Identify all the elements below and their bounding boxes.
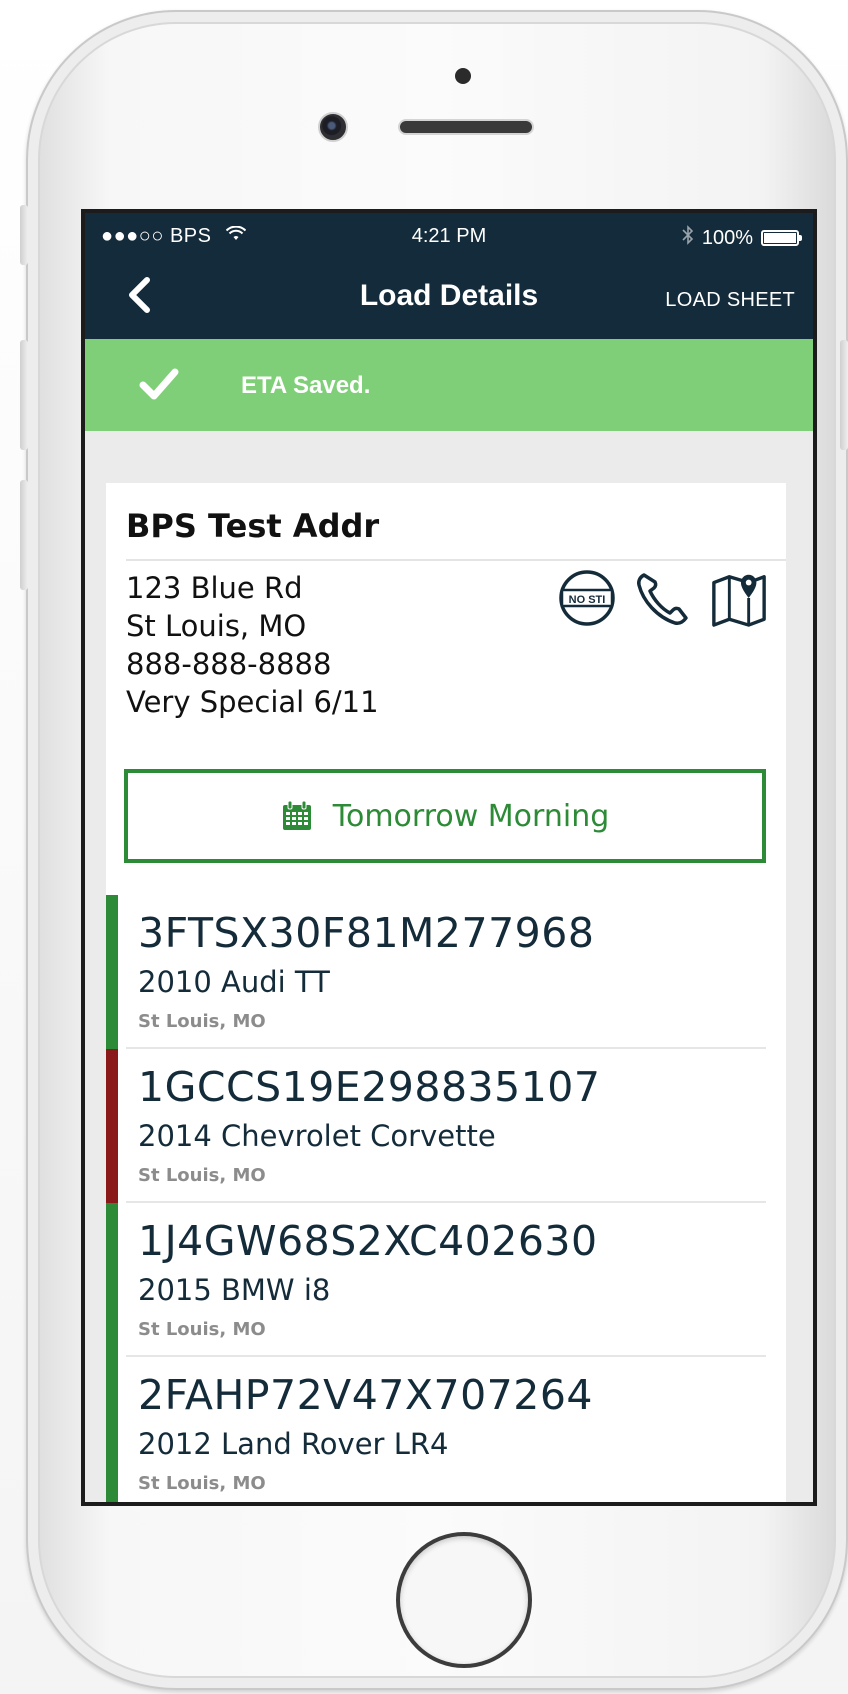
vehicle-location: St Louis, MO bbox=[138, 1165, 266, 1186]
stop-name: BPS Test Addr bbox=[126, 507, 380, 545]
stop-actions: NO STI bbox=[558, 567, 768, 629]
banner-message: ETA Saved. bbox=[241, 372, 371, 399]
nav-bar: Load Details LOAD SHEET bbox=[85, 257, 813, 339]
status-bar: ●●●○○ BPS 4:21 PM 100% bbox=[85, 213, 813, 257]
load-sheet-button[interactable]: LOAD SHEET bbox=[665, 289, 795, 312]
phone-number[interactable]: 888-888-8888 bbox=[126, 645, 379, 683]
call-button[interactable] bbox=[634, 567, 692, 629]
vehicle-location: St Louis, MO bbox=[138, 1319, 266, 1340]
front-camera bbox=[318, 112, 348, 142]
stop-address: 123 Blue Rd St Louis, MO 888-888-8888 Ve… bbox=[126, 569, 379, 721]
vehicle-location: St Louis, MO bbox=[138, 1011, 266, 1032]
status-bar-indicator bbox=[106, 1049, 118, 1203]
vehicle-model: 2014 Chevrolet Corvette bbox=[138, 1119, 496, 1153]
screen: ●●●○○ BPS 4:21 PM 100% Load Details LOAD… bbox=[81, 209, 817, 1506]
vehicle-row[interactable]: 3FTSX30F81M277968 2010 Audi TT St Louis,… bbox=[106, 895, 766, 1049]
stop-card: BPS Test Addr 123 Blue Rd St Louis, MO 8… bbox=[106, 483, 786, 1502]
status-right: 100% bbox=[682, 225, 802, 251]
phone-icon bbox=[637, 573, 688, 625]
calendar-icon bbox=[282, 800, 311, 830]
eta-button[interactable]: Tomorrow Morning bbox=[124, 769, 766, 863]
eta-saved-banner: ETA Saved. bbox=[85, 339, 813, 431]
vehicle-row[interactable]: 2FAHP72V47X707264 2012 Land Rover LR4 St… bbox=[106, 1357, 766, 1502]
vehicle-row[interactable]: 1J4GW68S2XC402630 2015 BMW i8 St Louis, … bbox=[106, 1203, 766, 1357]
no-sti-button[interactable]: NO STI bbox=[558, 567, 616, 629]
map-button[interactable] bbox=[710, 567, 768, 629]
vehicle-vin: 1GCCS19E298835107 bbox=[138, 1063, 601, 1111]
status-bar-indicator bbox=[106, 1203, 118, 1357]
no-sti-label: NO STI bbox=[569, 594, 606, 606]
vehicle-model: 2015 BMW i8 bbox=[138, 1273, 331, 1307]
vehicle-model: 2010 Audi TT bbox=[138, 965, 330, 999]
bluetooth-icon bbox=[682, 225, 694, 251]
vehicle-vin: 1J4GW68S2XC402630 bbox=[138, 1217, 598, 1265]
vehicle-list: 3FTSX30F81M277968 2010 Audi TT St Louis,… bbox=[106, 895, 766, 1502]
address-line: 123 Blue Rd bbox=[126, 571, 303, 605]
vehicle-location: St Louis, MO bbox=[138, 1473, 266, 1494]
battery-icon bbox=[761, 230, 802, 246]
power-button bbox=[840, 340, 848, 450]
no-sti-icon: NO STI bbox=[559, 570, 615, 626]
vehicle-vin: 3FTSX30F81M277968 bbox=[138, 909, 595, 957]
volume-up-button bbox=[20, 340, 28, 450]
status-bar-indicator bbox=[106, 895, 118, 1049]
battery-percent: 100% bbox=[701, 226, 753, 249]
checkmark-icon bbox=[139, 367, 179, 406]
earpiece-speaker bbox=[398, 119, 534, 135]
status-bar-indicator bbox=[106, 1357, 118, 1502]
home-button[interactable] bbox=[396, 1532, 532, 1668]
divider bbox=[126, 559, 786, 561]
map-pin-icon bbox=[712, 574, 766, 627]
mute-switch bbox=[20, 205, 28, 265]
sensor-dot bbox=[455, 68, 471, 84]
vehicle-model: 2012 Land Rover LR4 bbox=[138, 1427, 449, 1461]
vehicle-vin: 2FAHP72V47X707264 bbox=[138, 1371, 593, 1419]
address-note: Very Special 6/11 bbox=[126, 685, 379, 719]
vehicle-row[interactable]: 1GCCS19E298835107 2014 Chevrolet Corvett… bbox=[106, 1049, 766, 1203]
eta-button-label: Tomorrow Morning bbox=[332, 798, 610, 834]
volume-down-button bbox=[20, 480, 28, 590]
address-line: St Louis, MO bbox=[126, 609, 307, 643]
